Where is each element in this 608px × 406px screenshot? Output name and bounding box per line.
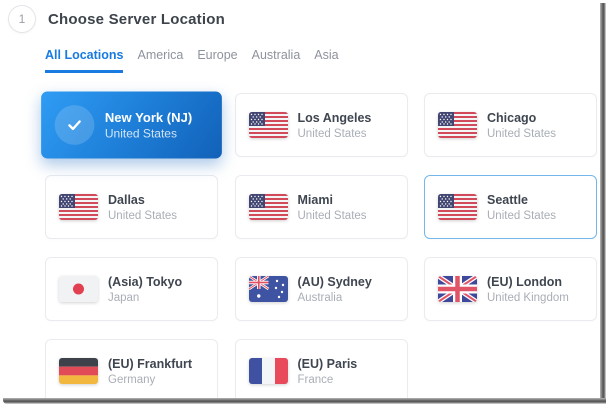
server-country: Japan [108, 291, 140, 304]
us-flag-icon [248, 194, 288, 220]
server-card-miami[interactable]: Miami United States [234, 175, 408, 239]
window-shadow-bottom [3, 398, 606, 404]
server-country: United States [108, 209, 178, 222]
us-flag-icon [438, 112, 477, 138]
server-name: (Asia) Tokyo [108, 274, 183, 289]
step-number-badge: 1 [8, 5, 36, 33]
tab-australia[interactable]: Australia [252, 48, 301, 73]
server-country: United States [297, 209, 367, 222]
server-country: France [297, 373, 334, 386]
france-flag-icon [248, 358, 288, 384]
server-card-paris[interactable]: (EU) Paris France [234, 339, 408, 399]
server-card-london[interactable]: (EU) London United Kingdom [424, 257, 597, 321]
server-card-frankfurt[interactable]: (EU) Frankfurt Germany [45, 339, 218, 399]
server-name: (EU) London [487, 274, 562, 289]
server-name: (EU) Paris [297, 356, 358, 371]
server-name: New York (NJ) [104, 109, 193, 125]
server-name: Dallas [108, 192, 145, 207]
server-card-dallas[interactable]: Dallas United States [45, 175, 218, 239]
server-name: Miami [297, 192, 333, 207]
tab-asia[interactable]: Asia [314, 48, 338, 73]
server-country: United Kingdom [487, 291, 569, 304]
page-title: Choose Server Location [48, 11, 225, 28]
check-icon [54, 105, 95, 145]
germany-flag-icon [59, 358, 98, 384]
server-name: Seattle [487, 192, 528, 207]
tab-america[interactable]: America [137, 48, 183, 73]
location-tabs: All Locations America Europe Australia A… [45, 48, 339, 73]
server-country: United States [487, 209, 557, 222]
server-country: United States [104, 127, 178, 141]
server-country: Australia [297, 291, 343, 304]
us-flag-icon [438, 194, 477, 220]
us-flag-icon [248, 112, 288, 138]
server-card-new-york[interactable]: New York (NJ) United States [41, 91, 222, 159]
step-number: 1 [18, 12, 26, 26]
window-shadow-right [600, 3, 606, 404]
server-country: Germany [108, 373, 156, 386]
server-name: Chicago [487, 110, 537, 125]
us-flag-icon [59, 194, 98, 220]
server-name: (EU) Frankfurt [108, 356, 193, 371]
server-country: United States [297, 127, 367, 140]
japan-flag-icon [59, 276, 98, 302]
server-card-los-angeles[interactable]: Los Angeles United States [234, 93, 408, 157]
australia-flag-icon [248, 276, 288, 302]
server-location-panel: 1 Choose Server Location All Locations A… [0, 0, 601, 399]
server-name: Los Angeles [297, 110, 372, 125]
server-card-tokyo[interactable]: (Asia) Tokyo Japan [45, 257, 218, 321]
server-name: (AU) Sydney [297, 274, 372, 289]
server-card-seattle[interactable]: Seattle United States [424, 175, 597, 239]
uk-flag-icon [438, 276, 477, 302]
server-card-sydney[interactable]: (AU) Sydney Australia [234, 257, 408, 321]
server-card-grid: New York (NJ) United States Los Angeles … [41, 91, 597, 399]
tab-all-locations[interactable]: All Locations [45, 48, 124, 73]
server-card-chicago[interactable]: Chicago United States [424, 93, 597, 157]
server-country: United States [487, 127, 557, 140]
tab-europe[interactable]: Europe [197, 48, 237, 73]
